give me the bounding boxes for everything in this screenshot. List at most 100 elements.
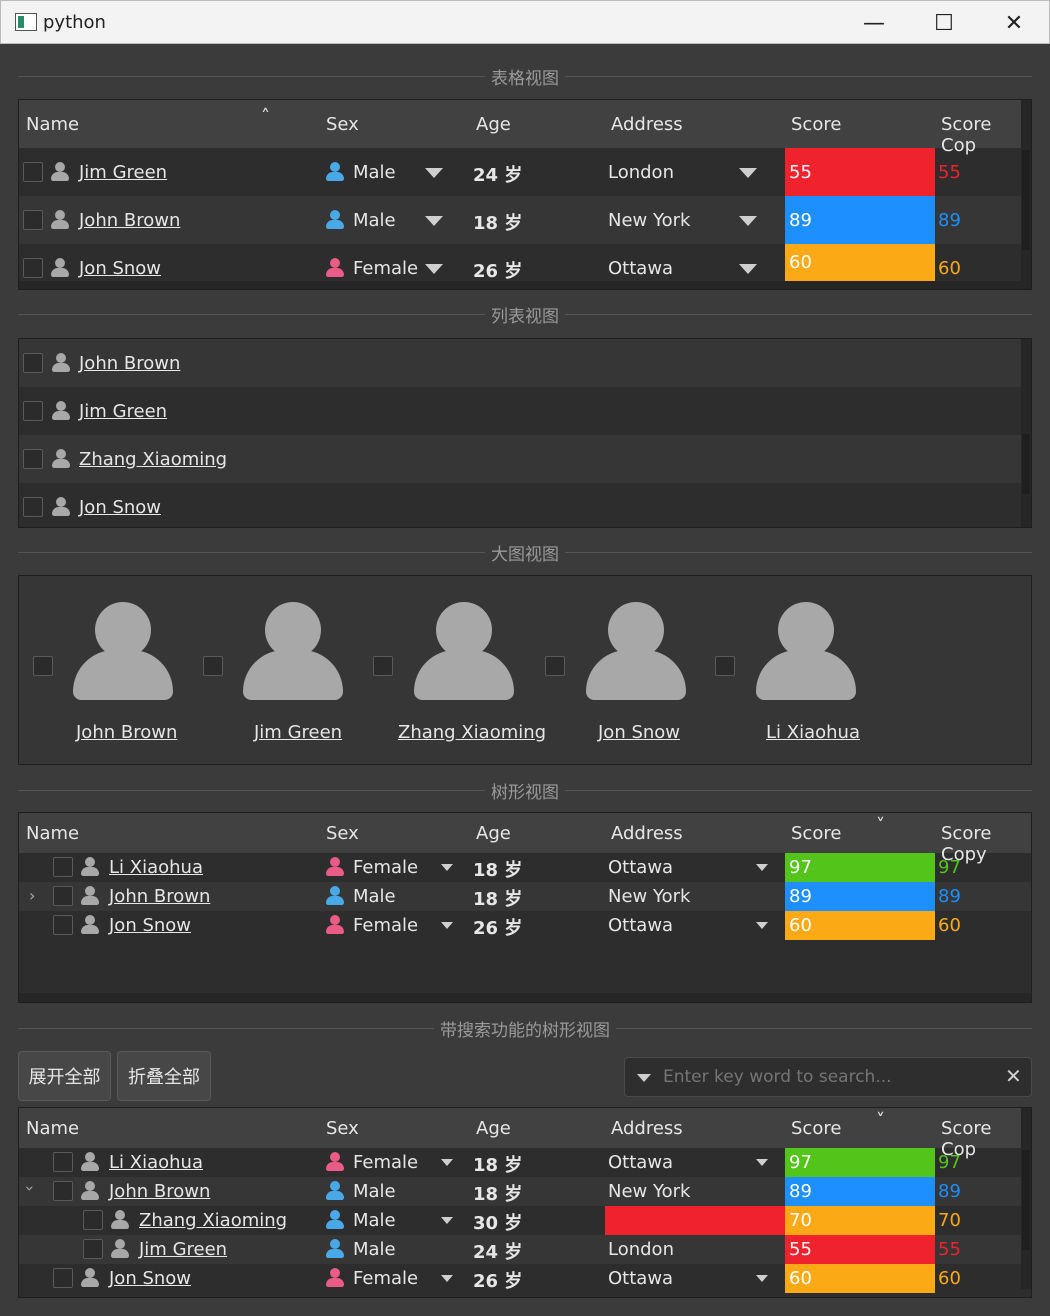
name-link[interactable]: Jim Green: [79, 162, 167, 183]
col-score[interactable]: Score: [791, 823, 841, 844]
tree-row[interactable]: Zhang Xiaoming Male 30 岁 70 70: [19, 1206, 1023, 1235]
col-name[interactable]: Name: [26, 1118, 79, 1139]
tree-row[interactable]: Jon Snow Female 26 岁 Ottawa 60 60: [19, 1264, 1023, 1293]
row-checkbox[interactable]: [23, 258, 43, 278]
expand-all-button[interactable]: 展开全部: [18, 1051, 111, 1101]
col-name[interactable]: Name: [26, 823, 79, 844]
address-dropdown-icon[interactable]: [756, 864, 768, 871]
item-checkbox[interactable]: [23, 497, 43, 517]
tree-row[interactable]: Jim Green Male 24 岁 London 55 55: [19, 1235, 1023, 1264]
row-checkbox[interactable]: [53, 915, 73, 935]
row-checkbox[interactable]: [83, 1239, 103, 1259]
clear-icon[interactable]: ✕: [1005, 1064, 1022, 1088]
col-score[interactable]: Score: [791, 1118, 841, 1139]
search-tree-view[interactable]: Name Sex Age Address Score ˅ Score Cop L…: [18, 1107, 1032, 1298]
row-checkbox[interactable]: [53, 857, 73, 877]
sex-dropdown-icon[interactable]: [425, 264, 443, 274]
list-item[interactable]: Jon Snow: [19, 483, 1023, 527]
expand-chevron-icon[interactable]: ›: [29, 886, 35, 905]
list-item[interactable]: Jim Green: [19, 387, 1023, 435]
list-view[interactable]: John Brown Jim Green Zhang Xiaoming Jon …: [18, 338, 1032, 528]
tree-row[interactable]: Jon Snow Female 26 岁 Ottawa 60 60: [19, 911, 1031, 940]
table-row[interactable]: John Brown Male 18 岁 New York 89 89: [19, 196, 1023, 244]
tree-row[interactable]: › John Brown Male 18 岁 New York 89 89: [19, 882, 1031, 911]
item-checkbox[interactable]: [23, 449, 43, 469]
name-link[interactable]: Jim Green: [139, 1239, 227, 1260]
row-checkbox[interactable]: [23, 210, 43, 230]
item-checkbox[interactable]: [715, 656, 735, 676]
name-link[interactable]: Zhang Xiaoming: [139, 1210, 287, 1231]
col-address[interactable]: Address: [611, 114, 683, 135]
item-checkbox[interactable]: [23, 401, 43, 421]
col-sex[interactable]: Sex: [326, 114, 359, 135]
address-dropdown-icon[interactable]: [756, 1275, 768, 1282]
icon-view[interactable]: John Brown Jim Green Zhang Xiaoming Jon …: [18, 575, 1032, 765]
name-link[interactable]: Jon Snow: [79, 258, 161, 279]
search-box[interactable]: ✕: [624, 1057, 1032, 1097]
row-checkbox[interactable]: [53, 886, 73, 906]
item-checkbox[interactable]: [203, 656, 223, 676]
address-dropdown-icon[interactable]: [756, 922, 768, 929]
icon-item[interactable]: Jon Snow: [543, 576, 693, 764]
address-editor[interactable]: [605, 1206, 785, 1235]
sex-dropdown-icon[interactable]: [425, 216, 443, 226]
sex-dropdown-icon[interactable]: [425, 168, 443, 178]
col-age[interactable]: Age: [476, 114, 511, 135]
collapse-chevron-icon[interactable]: ›: [21, 1185, 40, 1191]
row-checkbox[interactable]: [53, 1152, 73, 1172]
sex-dropdown-icon[interactable]: [441, 864, 453, 871]
maximize-button[interactable]: ☐: [909, 1, 979, 45]
row-checkbox[interactable]: [83, 1210, 103, 1230]
name-link[interactable]: Jon Snow: [109, 915, 191, 936]
item-checkbox[interactable]: [373, 656, 393, 676]
item-checkbox[interactable]: [23, 353, 43, 373]
item-link[interactable]: Jim Green: [79, 401, 167, 422]
col-score[interactable]: Score: [791, 114, 841, 135]
col-age[interactable]: Age: [476, 1118, 511, 1139]
address-dropdown-icon[interactable]: [739, 264, 757, 274]
name-link[interactable]: John Brown: [109, 886, 210, 907]
search-filter-dropdown-icon[interactable]: [637, 1074, 651, 1082]
horizontal-scrollbar[interactable]: [19, 993, 1031, 1002]
icon-item[interactable]: John Brown: [31, 576, 181, 764]
table-row[interactable]: Jim Green Male 24 岁 London 55 55: [19, 148, 1023, 196]
name-link[interactable]: John Brown: [109, 1181, 210, 1202]
table-row[interactable]: Jon Snow Female 26 岁 Ottawa 60 60: [19, 244, 1023, 282]
tree-view[interactable]: Name Sex Age Address Score ˅ Score Copy …: [18, 812, 1032, 1003]
row-checkbox[interactable]: [23, 162, 43, 182]
tree-row[interactable]: › John Brown Male 18 岁 New York 89 89: [19, 1177, 1023, 1206]
address-dropdown-icon[interactable]: [739, 216, 757, 226]
col-sex[interactable]: Sex: [326, 1118, 359, 1139]
sex-dropdown-icon[interactable]: [441, 922, 453, 929]
item-link[interactable]: Zhang Xiaoming: [398, 722, 546, 743]
name-link[interactable]: Li Xiaohua: [109, 857, 203, 878]
item-link[interactable]: Zhang Xiaoming: [79, 449, 227, 470]
sex-dropdown-icon[interactable]: [441, 1217, 453, 1224]
minimize-button[interactable]: —: [839, 1, 909, 45]
col-sex[interactable]: Sex: [326, 823, 359, 844]
collapse-all-button[interactable]: 折叠全部: [117, 1051, 211, 1101]
name-link[interactable]: Li Xiaohua: [109, 1152, 203, 1173]
row-checkbox[interactable]: [53, 1181, 73, 1201]
icon-item[interactable]: Li Xiaohua: [713, 576, 863, 764]
row-checkbox[interactable]: [53, 1268, 73, 1288]
item-checkbox[interactable]: [545, 656, 565, 676]
vertical-scrollbar[interactable]: [1021, 1108, 1031, 1289]
vertical-scrollbar[interactable]: [1021, 100, 1031, 281]
col-address[interactable]: Address: [611, 1118, 683, 1139]
icon-item[interactable]: Jim Green: [201, 576, 351, 764]
close-button[interactable]: ✕: [979, 1, 1049, 45]
item-link[interactable]: Li Xiaohua: [766, 722, 860, 743]
item-link[interactable]: Jon Snow: [79, 497, 161, 518]
address-dropdown-icon[interactable]: [756, 1159, 768, 1166]
horizontal-scrollbar[interactable]: [19, 281, 1031, 289]
item-link[interactable]: John Brown: [76, 722, 177, 743]
search-input[interactable]: [663, 1064, 993, 1090]
col-age[interactable]: Age: [476, 823, 511, 844]
name-link[interactable]: Jon Snow: [109, 1268, 191, 1289]
icon-item[interactable]: Zhang Xiaoming: [371, 576, 546, 764]
item-link[interactable]: John Brown: [79, 353, 180, 374]
tree-row[interactable]: Li Xiaohua Female 18 岁 Ottawa 97 97: [19, 1148, 1023, 1177]
item-checkbox[interactable]: [33, 656, 53, 676]
col-name[interactable]: Name: [26, 114, 79, 135]
